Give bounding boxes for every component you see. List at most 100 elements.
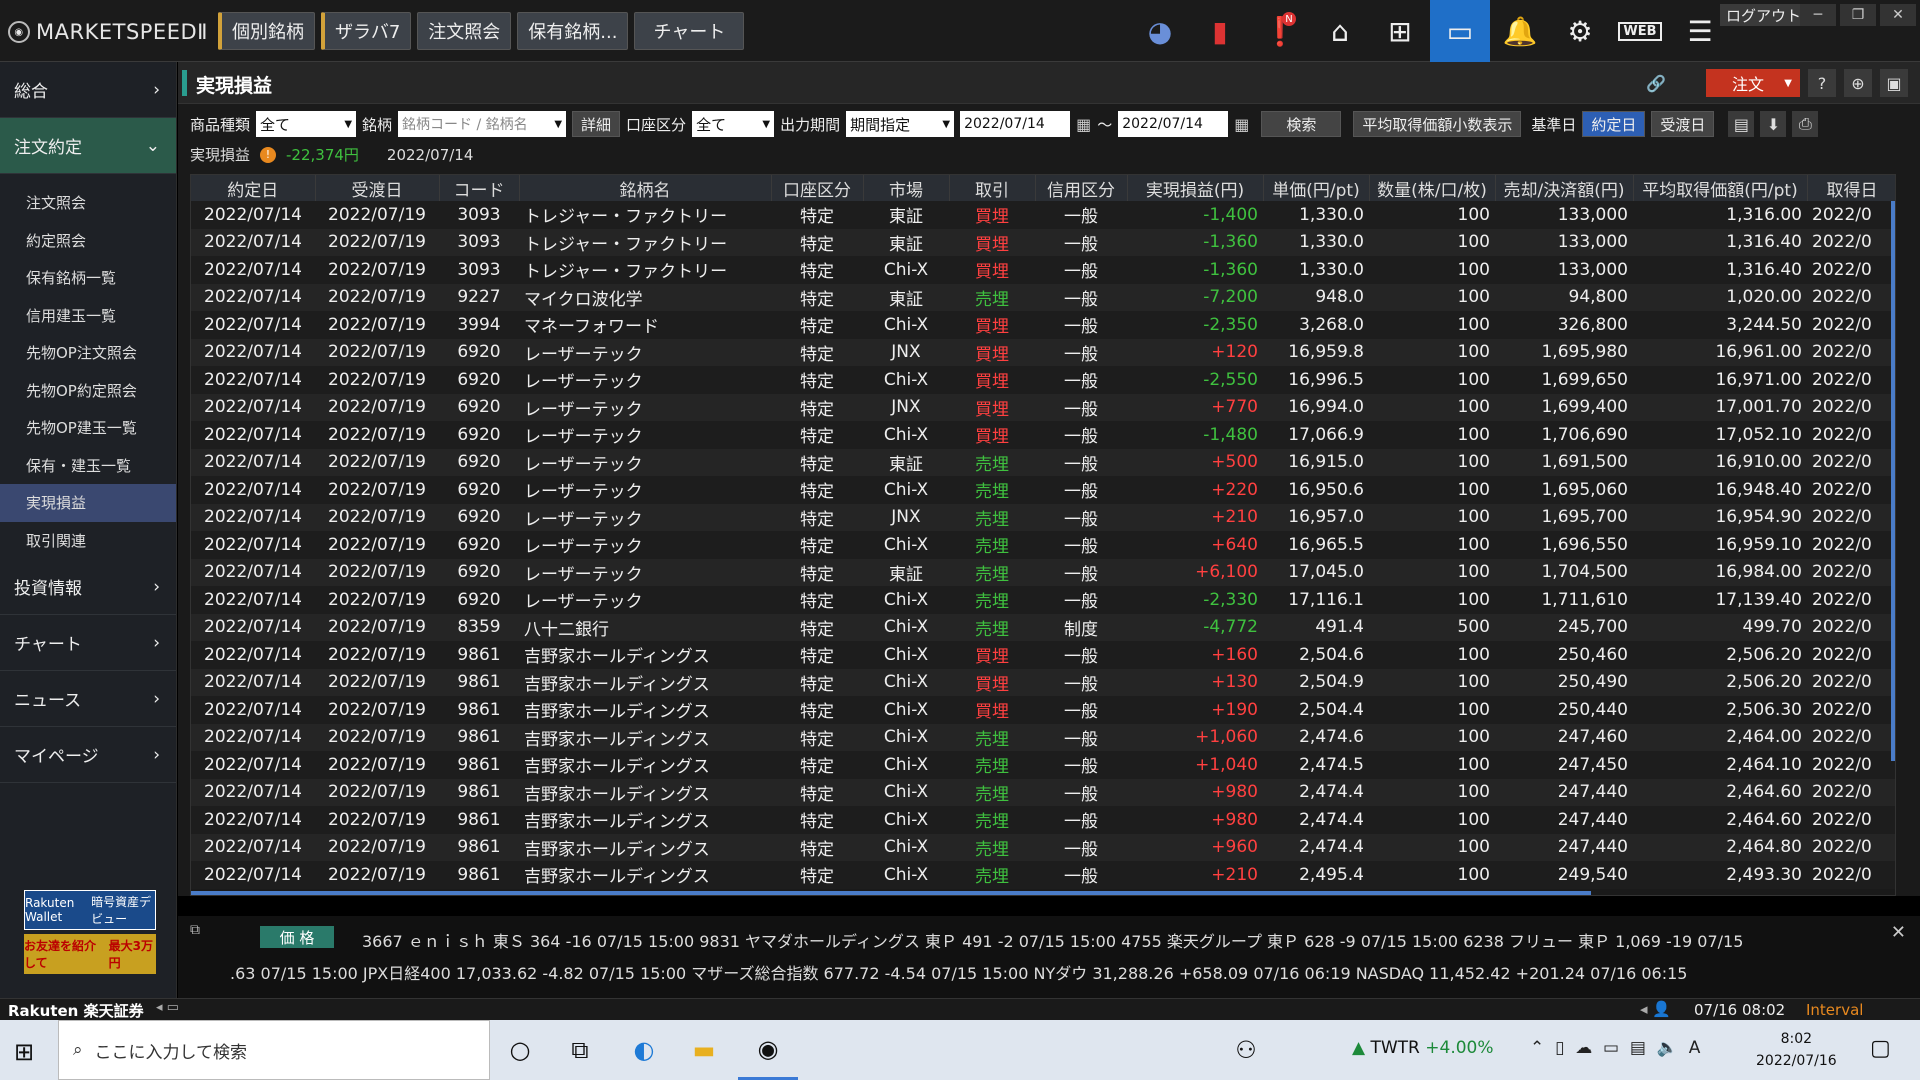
column-header[interactable]: 単価(円/pt): [1263, 175, 1370, 201]
close-icon[interactable]: ✕: [1891, 922, 1906, 943]
column-header[interactable]: 銘柄名: [519, 175, 772, 201]
promo-banner[interactable]: Rakuten Wallet 暗号資産デビュー お友達を紹介して 最大3万円: [24, 890, 156, 974]
sidebar-item-mypage[interactable]: マイページ ›: [0, 727, 176, 783]
system-tray[interactable]: ⌃ ▯ ☁ ▭ ▤ 🔈 A: [1530, 1038, 1700, 1058]
table-row[interactable]: 2022/07/14 2022/07/19 9861 吉野家ホールディングス 特定 Chi…: [191, 806, 1895, 834]
table-row[interactable]: 2022/07/14 2022/07/19 9861 吉野家ホールディングス 特定 Chi…: [191, 668, 1895, 696]
table-row[interactable]: 2022/07/14 2022/07/19 6920 レーザーテック 特定 Chi-X 売埋…: [191, 586, 1895, 614]
table-row[interactable]: 2022/07/14 2022/07/19 6920 レーザーテック 特定 Chi-X 売埋…: [191, 531, 1895, 559]
notification-icon[interactable]: ▢: [1870, 1036, 1891, 1061]
ticker-popout-icon[interactable]: ⧉: [190, 922, 200, 938]
sidebar-sub-order-inquiry[interactable]: 注文照会: [0, 184, 176, 222]
sidebar-sub-holdings-positions[interactable]: 保有・建玉一覧: [0, 447, 176, 485]
period-select[interactable]: 期間指定 ▼: [846, 111, 955, 137]
sidebar-item-summary[interactable]: 総合 ›: [0, 62, 176, 118]
column-header[interactable]: 売却/決済額(円): [1495, 175, 1634, 201]
ticker-line-2[interactable]: .63 07/15 15:00 JPX日経400 17,033.62 -4.82…: [230, 960, 1687, 984]
help-icon[interactable]: ?: [1808, 69, 1836, 97]
panel-toggle-icon[interactable]: ◂ ▭: [156, 1000, 179, 1015]
table-row[interactable]: 2022/07/14 2022/07/19 3093 トレジャー・ファクトリー 特定 Ch…: [191, 256, 1895, 284]
table-row[interactable]: 2022/07/14 2022/07/19 9861 吉野家ホールディングス 特定 Chi…: [191, 723, 1895, 751]
add-window-icon[interactable]: ⊞: [1370, 0, 1430, 62]
table-row[interactable]: 2022/07/14 2022/07/19 9861 吉野家ホールディングス 特定 Chi…: [191, 696, 1895, 724]
csv-icon[interactable]: ▤: [1728, 111, 1755, 137]
network-icon[interactable]: ▤: [1630, 1038, 1646, 1058]
ticker-label[interactable]: 価 格: [260, 926, 334, 948]
vertical-scrollbar[interactable]: [1891, 201, 1895, 761]
sidebar-sub-holdings[interactable]: 保有銘柄一覧: [0, 259, 176, 297]
taskbar-clock[interactable]: 8:02 2022/07/16: [1756, 1028, 1837, 1072]
topnav-chart[interactable]: チャート: [634, 12, 745, 50]
column-header[interactable]: 取引: [949, 175, 1036, 201]
table-row[interactable]: 2022/07/14 2022/07/19 9227 マイクロ波化学 特定 東証 売埋 一般 -…: [191, 283, 1895, 311]
download-icon[interactable]: ⬇: [1760, 111, 1787, 137]
stock-widget[interactable]: ▲ TWTR +4.00%: [1352, 1038, 1494, 1058]
topnav-zaraba[interactable]: ザラバ7: [321, 12, 412, 50]
topnav-stock[interactable]: 個別銘柄: [218, 12, 315, 50]
date-from-input[interactable]: 2022/07/14: [960, 111, 1071, 137]
restore-icon[interactable]: ❐: [1840, 4, 1876, 26]
web-icon[interactable]: WEB: [1610, 0, 1670, 62]
ticker-line-1[interactable]: 3667 ｅｎｉｓｈ 東Ｓ 364 -16 07/15 15:00 9831 ヤ…: [362, 928, 1743, 952]
alert-icon[interactable]: ❗ N: [1250, 0, 1310, 62]
sidebar-sub-margin-positions[interactable]: 信用建玉一覧: [0, 297, 176, 335]
volume-icon[interactable]: 🔈: [1657, 1038, 1678, 1058]
detail-button[interactable]: 詳細: [572, 111, 621, 137]
date-to-input[interactable]: 2022/07/14: [1118, 111, 1229, 137]
base-trade-date-button[interactable]: 約定日: [1582, 111, 1646, 137]
table-row[interactable]: 2022/07/14 2022/07/19 6920 レーザーテック 特定 JNX 売埋 一般…: [191, 503, 1895, 531]
table-row[interactable]: 2022/07/14 2022/07/19 8359 八十二銀行 特定 Chi-X 売埋 制度…: [191, 613, 1895, 641]
brand-input[interactable]: 銘柄コード / 銘柄名 ▼: [398, 111, 567, 137]
table-row[interactable]: 2022/07/14 2022/07/19 6920 レーザーテック 特定 Chi-X 買埋…: [191, 366, 1895, 394]
table-row[interactable]: 2022/07/14 2022/07/19 6920 レーザーテック 特定 東証 売埋 一般 +…: [191, 448, 1895, 476]
column-header[interactable]: 市場: [863, 175, 950, 201]
sidebar-sub-transactions[interactable]: 取引関連: [0, 522, 176, 560]
bell-icon[interactable]: 🔔: [1490, 0, 1550, 62]
table-row[interactable]: 2022/07/14 2022/07/19 9861 吉野家ホールディングス 特定 Chi…: [191, 833, 1895, 861]
interval-status[interactable]: Interval: [1806, 1001, 1863, 1019]
market-icon[interactable]: ◕: [1130, 0, 1190, 62]
chevron-up-icon[interactable]: ⌃: [1530, 1038, 1544, 1058]
decimal-toggle-button[interactable]: 平均取得価額小数表示: [1353, 111, 1522, 137]
table-row[interactable]: 2022/07/14 2022/07/19 6920 レーザーテック 特定 JNX 買埋 一般…: [191, 393, 1895, 421]
taskbar-search[interactable]: ⌕ ここに入力して検索: [58, 1020, 490, 1080]
table-row[interactable]: 2022/07/14 2022/07/19 9861 吉野家ホールディングス 特定 Chi…: [191, 751, 1895, 779]
settings-icon[interactable]: ⚙: [1550, 0, 1610, 62]
battery-icon[interactable]: ▯: [1555, 1038, 1564, 1058]
base-settle-date-button[interactable]: 受渡日: [1651, 111, 1715, 137]
sidebar-item-investment-info[interactable]: 投資情報 ›: [0, 559, 176, 615]
sidebar-sub-futop-orders[interactable]: 先物OP注文照会: [0, 334, 176, 372]
close-icon[interactable]: ✕: [1880, 4, 1916, 26]
display-icon[interactable]: ▭: [1603, 1038, 1619, 1058]
user-icon[interactable]: ◂ 👤: [1640, 1000, 1671, 1018]
column-header[interactable]: 平均取得価額(円/pt): [1633, 175, 1808, 201]
table-row[interactable]: 2022/07/14 2022/07/19 3093 トレジャー・ファクトリー 特定 東証…: [191, 228, 1895, 256]
popout-icon[interactable]: ▣: [1880, 69, 1908, 97]
marketspeed-icon[interactable]: ◉: [738, 1020, 798, 1080]
sidebar-sub-realized-pl[interactable]: 実現損益: [0, 484, 176, 522]
table-row[interactable]: 2022/07/14 2022/07/19 6920 レーザーテック 特定 JNX 買埋 一般…: [191, 338, 1895, 366]
cortana-icon[interactable]: ○: [490, 1020, 550, 1080]
column-header[interactable]: 口座区分: [771, 175, 864, 201]
cloud-icon[interactable]: ☁: [1575, 1038, 1592, 1058]
ime-indicator[interactable]: A: [1689, 1038, 1701, 1058]
column-header[interactable]: 取得日: [1807, 175, 1895, 201]
column-header[interactable]: 数量(株/口/枚): [1369, 175, 1496, 201]
sidebar-sub-futop-executions[interactable]: 先物OP約定照会: [0, 372, 176, 410]
explorer-icon[interactable]: ▬: [674, 1020, 734, 1080]
topnav-holdings[interactable]: 保有銘柄...: [517, 12, 629, 50]
column-header[interactable]: 受渡日: [315, 175, 440, 201]
calendar-icon[interactable]: ▦: [1234, 115, 1249, 134]
column-header[interactable]: 実現損益(円): [1127, 175, 1264, 201]
product-select[interactable]: 全て ▼: [256, 111, 357, 137]
table-row[interactable]: 2022/07/14 2022/07/19 6920 レーザーテック 特定 Chi-X 売埋…: [191, 476, 1895, 504]
sidebar-sub-execution-inquiry[interactable]: 約定照会: [0, 222, 176, 260]
warning-icon[interactable]: !: [260, 146, 277, 163]
sidebar-item-orders[interactable]: 注文約定 ⌄: [0, 118, 176, 174]
pin-icon[interactable]: ⊕: [1844, 69, 1872, 97]
search-button[interactable]: 検索: [1261, 111, 1342, 137]
horizontal-scrollbar[interactable]: [191, 891, 1591, 895]
assets-icon[interactable]: ▭: [1430, 0, 1490, 62]
sidebar-item-news[interactable]: ニュース ›: [0, 671, 176, 727]
column-header[interactable]: コード: [439, 175, 520, 201]
